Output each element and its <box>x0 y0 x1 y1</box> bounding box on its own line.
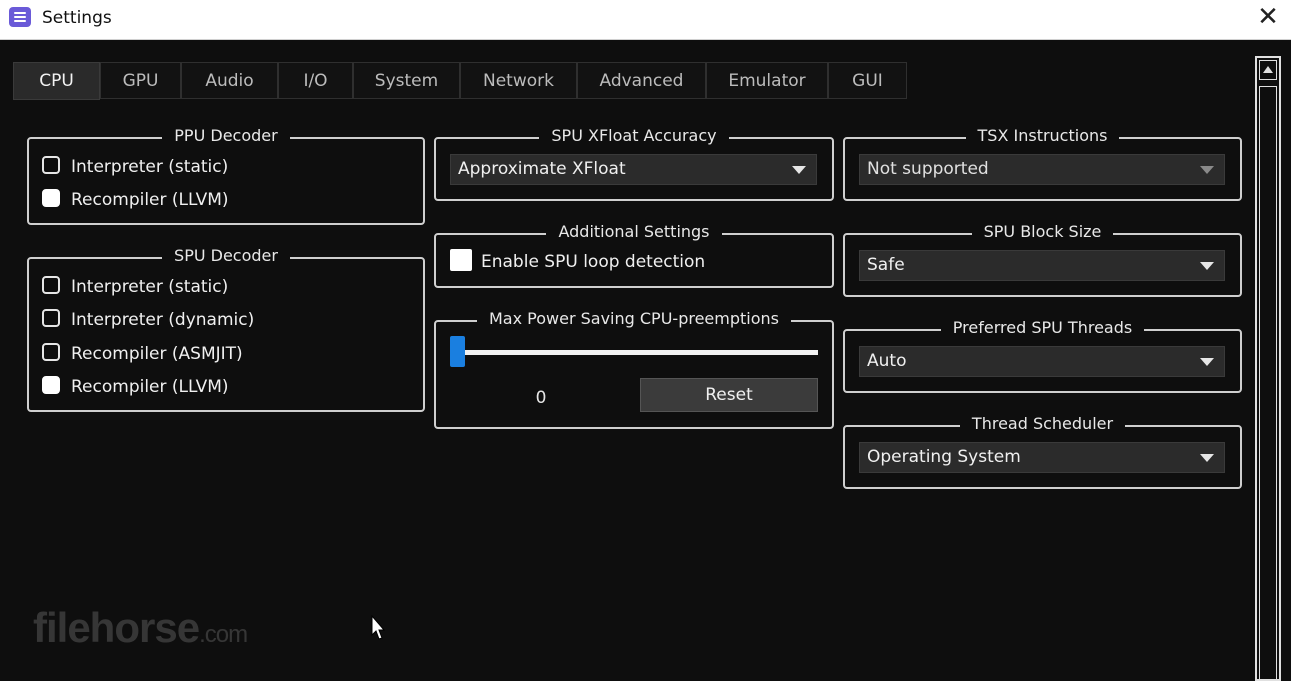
tsx-group: TSX Instructions Not supported <box>843 126 1242 201</box>
watermark-logo: filehorse.com <box>33 604 248 651</box>
thread-scheduler-group: Thread Scheduler Operating System <box>843 414 1242 489</box>
radio-checked-icon[interactable] <box>42 376 60 394</box>
radio-icon[interactable] <box>42 343 60 361</box>
mouse-cursor-icon <box>371 615 385 640</box>
spu-block-size-select[interactable]: Safe <box>859 250 1225 281</box>
preferred-spu-threads-select[interactable]: Auto <box>859 346 1225 377</box>
additional-settings-title: Additional Settings <box>546 222 722 241</box>
tab-gui[interactable]: GUI <box>828 62 907 99</box>
spu-option-recompiler-llvm[interactable]: Recompiler (LLVM) <box>42 374 229 400</box>
scrollbar-thumb[interactable] <box>1259 86 1277 681</box>
preferred-spu-threads-group: Preferred SPU Threads Auto <box>843 318 1242 393</box>
spu-xfloat-select[interactable]: Approximate XFloat <box>450 154 817 185</box>
radio-icon[interactable] <box>42 156 60 174</box>
chevron-down-icon <box>1200 358 1214 366</box>
tab-advanced[interactable]: Advanced <box>577 62 706 99</box>
scroll-up-icon[interactable] <box>1259 60 1277 80</box>
tsx-title: TSX Instructions <box>965 126 1120 145</box>
ppu-decoder-title: PPU Decoder <box>162 126 290 145</box>
spu-loop-detection-checkbox[interactable]: Enable SPU loop detection <box>450 249 705 275</box>
spu-option-recompiler-asmjit[interactable]: Recompiler (ASMJIT) <box>42 341 243 367</box>
ppu-option-interpreter-static[interactable]: Interpreter (static) <box>42 154 228 180</box>
additional-settings-group: Additional Settings Enable SPU loop dete… <box>434 222 834 288</box>
tab-system[interactable]: System <box>353 62 460 99</box>
ppu-option-recompiler-llvm[interactable]: Recompiler (LLVM) <box>42 187 229 213</box>
power-saving-group: Max Power Saving CPU-preemptions 0 Reset <box>434 309 834 429</box>
tsx-select[interactable]: Not supported <box>859 154 1225 185</box>
preferred-spu-threads-title: Preferred SPU Threads <box>940 318 1145 337</box>
spu-option-interpreter-dynamic[interactable]: Interpreter (dynamic) <box>42 307 254 333</box>
radio-icon[interactable] <box>42 276 60 294</box>
app-icon <box>9 7 31 27</box>
vertical-scrollbar[interactable] <box>1255 56 1281 681</box>
window-title: Settings <box>42 8 112 28</box>
tab-network[interactable]: Network <box>460 62 577 99</box>
thread-scheduler-select[interactable]: Operating System <box>859 442 1225 473</box>
tab-emulator[interactable]: Emulator <box>706 62 828 99</box>
chevron-down-icon <box>1200 262 1214 270</box>
tab-gpu[interactable]: GPU <box>100 62 181 99</box>
power-saving-slider-track[interactable] <box>454 350 818 355</box>
chevron-down-icon <box>1200 166 1214 174</box>
radio-checked-icon[interactable] <box>42 189 60 207</box>
ppu-decoder-group: PPU Decoder Interpreter (static) Recompi… <box>27 126 425 225</box>
tab-io[interactable]: I/O <box>278 62 353 99</box>
spu-decoder-title: SPU Decoder <box>162 246 290 265</box>
spu-block-size-group: SPU Block Size Safe <box>843 222 1242 297</box>
title-bar: Settings ✕ <box>0 0 1291 40</box>
close-icon[interactable]: ✕ <box>1253 2 1283 32</box>
power-saving-slider-handle[interactable] <box>450 336 465 367</box>
spu-xfloat-title: SPU XFloat Accuracy <box>539 126 729 145</box>
power-saving-title: Max Power Saving CPU-preemptions <box>477 309 791 328</box>
tab-audio[interactable]: Audio <box>181 62 278 99</box>
spu-xfloat-group: SPU XFloat Accuracy Approximate XFloat <box>434 126 834 201</box>
checkbox-icon[interactable] <box>450 249 472 271</box>
chevron-down-icon <box>792 166 806 174</box>
thread-scheduler-title: Thread Scheduler <box>959 414 1126 433</box>
tab-cpu[interactable]: CPU <box>13 62 100 100</box>
power-saving-value: 0 <box>535 388 547 408</box>
spu-decoder-group: SPU Decoder Interpreter (static) Interpr… <box>27 246 425 412</box>
spu-option-interpreter-static[interactable]: Interpreter (static) <box>42 274 228 300</box>
radio-icon[interactable] <box>42 309 60 327</box>
reset-button[interactable]: Reset <box>640 378 818 412</box>
spu-block-size-title: SPU Block Size <box>971 222 1114 241</box>
chevron-down-icon <box>1200 454 1214 462</box>
